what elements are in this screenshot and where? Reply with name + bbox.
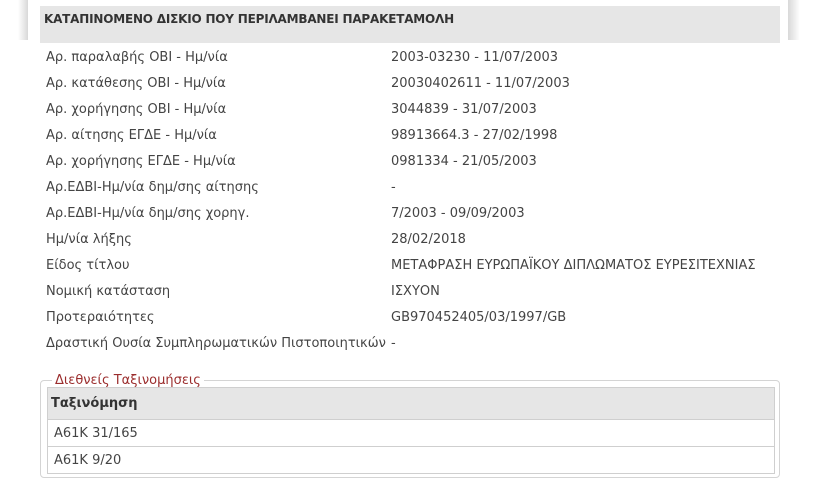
classification-cell: A61K 9/20: [47, 446, 775, 474]
record-title: ΚΑΤΑΠΙΝΟΜΕΝΟ ΔΙΣΚΙΟ ΠΟΥ ΠΕΡΙΛΑΜΒΑΝΕΙ ΠΑΡ…: [44, 12, 454, 26]
detail-row: Είδος τίτλου ΜΕΤΑΦΡΑΣΗ ΕΥΡΩΠΑΪΚΟΥ ΔΙΠΛΩΜΑ…: [40, 252, 780, 278]
details-list: Αρ. παραλαβής ΟΒΙ - Ημ/νία 2003-03230 - 1…: [40, 44, 780, 356]
detail-label: Είδος τίτλου: [46, 257, 130, 273]
detail-label: Αρ. κατάθεσης ΟΒΙ - Ημ/νία: [46, 75, 226, 91]
detail-label: Αρ. χορήγησης ΟΒΙ - Ημ/νία: [46, 101, 227, 117]
detail-row: Νομική κατάσταση ΙΣΧΥΟΝ: [40, 278, 780, 304]
detail-value: -: [391, 179, 396, 195]
detail-row: Αρ.ΕΔΒΙ-Ημ/νία δημ/σης χορηγ. 7/2003 - 09…: [40, 200, 780, 226]
detail-value: 7/2003 - 09/09/2003: [391, 205, 525, 221]
detail-row: Αρ. χορήγησης ΕΓΔΕ - Ημ/νία 0981334 - 21/…: [40, 148, 780, 174]
detail-value: 2003-03230 - 11/07/2003: [391, 49, 559, 65]
detail-label: Δραστική Ουσία Συμπληρωματικών Πιστοποιη…: [46, 335, 386, 351]
detail-row: Αρ. χορήγησης ΟΒΙ - Ημ/νία 3044839 - 31/0…: [40, 96, 780, 122]
table-row: A61K 31/165: [47, 419, 775, 447]
column-header-classification: Ταξινόμηση: [47, 387, 775, 420]
detail-value: 0981334 - 21/05/2003: [391, 153, 537, 169]
detail-value: ΙΣΧΥΟΝ: [391, 283, 440, 299]
detail-value: 20030402611 - 11/07/2003: [391, 75, 570, 91]
classifications-legend: Διεθνείς Ταξινομήσεις: [52, 373, 204, 388]
detail-label: Αρ. χορήγησης ΕΓΔΕ - Ημ/νία: [46, 153, 236, 169]
detail-label: Αρ. παραλαβής ΟΒΙ - Ημ/νία: [46, 49, 228, 65]
detail-row: Δραστική Ουσία Συμπληρωματικών Πιστοποιη…: [40, 330, 780, 356]
detail-value: 28/02/2018: [391, 231, 466, 247]
detail-label: Προτεραιότητες: [46, 309, 155, 325]
detail-row: Ημ/νία λήξης 28/02/2018: [40, 226, 780, 252]
page-shadow-right: [788, 0, 800, 40]
table-row: A61K 9/20: [47, 446, 775, 474]
classification-cell: A61K 31/165: [47, 419, 775, 447]
detail-value: GB970452405/03/1997/GB: [391, 309, 567, 325]
table-header-row: Ταξινόμηση: [47, 387, 775, 420]
record-title-bar: ΚΑΤΑΠΙΝΟΜΕΝΟ ΔΙΣΚΙΟ ΠΟΥ ΠΕΡΙΛΑΜΒΑΝΕΙ ΠΑΡ…: [40, 6, 780, 43]
detail-row: Αρ. κατάθεσης ΟΒΙ - Ημ/νία 20030402611 - …: [40, 70, 780, 96]
classifications-fieldset: Διεθνείς Ταξινομήσεις Ταξινόμηση A61K 31…: [40, 373, 780, 478]
detail-value: ΜΕΤΑΦΡΑΣΗ ΕΥΡΩΠΑΪΚΟΥ ΔΙΠΛΩΜΑΤΟΣ ΕΥΡΕΣΙΤΕ…: [391, 257, 756, 273]
detail-row: Αρ. παραλαβής ΟΒΙ - Ημ/νία 2003-03230 - 1…: [40, 44, 780, 70]
classifications-table: Ταξινόμηση A61K 31/165 A61K 9/20: [47, 387, 775, 474]
detail-label: Ημ/νία λήξης: [46, 231, 132, 247]
detail-row: Αρ.ΕΔΒΙ-Ημ/νία δημ/σης αίτησης -: [40, 174, 780, 200]
page-shadow-left: [18, 0, 28, 40]
detail-label: Αρ.ΕΔΒΙ-Ημ/νία δημ/σης αίτησης: [46, 179, 259, 195]
detail-label: Αρ.ΕΔΒΙ-Ημ/νία δημ/σης χορηγ.: [46, 205, 250, 221]
detail-value: 98913664.3 - 27/02/1998: [391, 127, 558, 143]
detail-row: Αρ. αίτησης ΕΓΔΕ - Ημ/νία 98913664.3 - 27…: [40, 122, 780, 148]
detail-row: Προτεραιότητες GB970452405/03/1997/GB: [40, 304, 780, 330]
detail-value: -: [391, 335, 396, 351]
detail-label: Αρ. αίτησης ΕΓΔΕ - Ημ/νία: [46, 127, 217, 143]
detail-label: Νομική κατάσταση: [46, 283, 171, 299]
detail-value: 3044839 - 31/07/2003: [391, 101, 537, 117]
